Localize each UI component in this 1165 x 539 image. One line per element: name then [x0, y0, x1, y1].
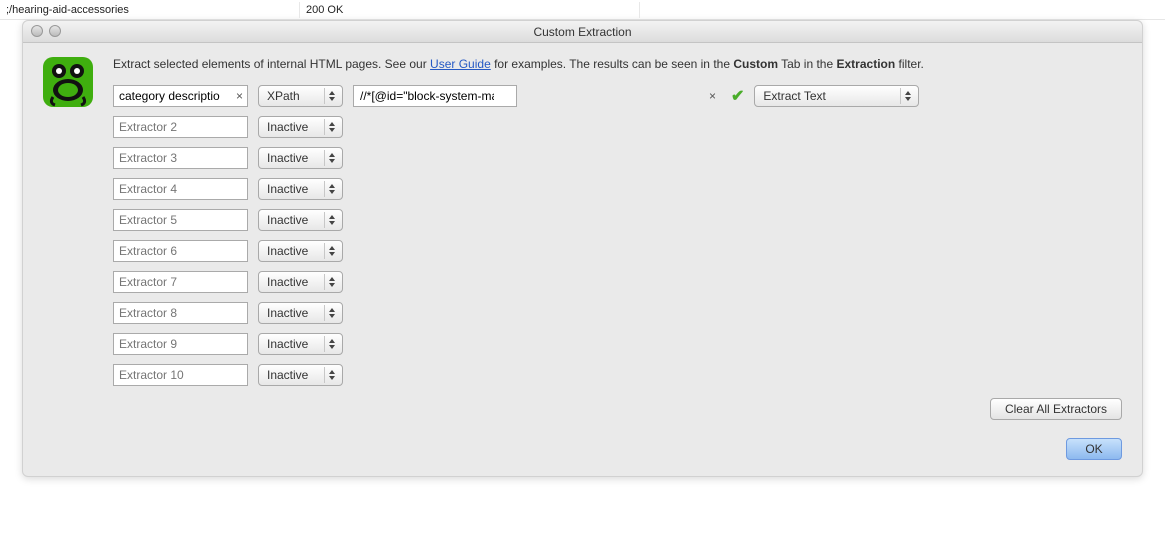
method-select-9[interactable]: Inactive [258, 333, 343, 355]
extractor-name-input-5[interactable] [113, 209, 248, 231]
extract-mode-label: Extract Text [763, 89, 825, 103]
stepper-arrows-icon [324, 243, 338, 259]
method-select-label: Inactive [267, 337, 308, 351]
stepper-arrows-icon [324, 181, 338, 197]
stepper-arrows-icon [324, 305, 338, 321]
ok-button[interactable]: OK [1066, 438, 1122, 460]
method-select-label: Inactive [267, 275, 308, 289]
method-select-8[interactable]: Inactive [258, 302, 343, 324]
extractor-name-input-6[interactable] [113, 240, 248, 262]
method-select-5[interactable]: Inactive [258, 209, 343, 231]
intro-suffix: filter. [895, 57, 924, 71]
method-select-3[interactable]: Inactive [258, 147, 343, 169]
top-strip: ;/hearing-aid-accessories 200 OK [0, 0, 1165, 20]
method-select-label: Inactive [267, 120, 308, 134]
method-select-6[interactable]: Inactive [258, 240, 343, 262]
method-select-7[interactable]: Inactive [258, 271, 343, 293]
extract-mode-select-1[interactable]: Extract Text [754, 85, 919, 107]
stepper-arrows-icon [324, 336, 338, 352]
extractor-name-input-8[interactable] [113, 302, 248, 324]
extractor-row-3: Inactive [113, 147, 1122, 169]
intro-custom: Custom [733, 57, 778, 71]
extractor-row-1: × XPath × ✔ Extract Text [113, 85, 1122, 107]
stepper-arrows-icon [324, 274, 338, 290]
dialog-title: Custom Extraction [533, 25, 631, 39]
extractor-name-input-1[interactable] [113, 85, 248, 107]
extractor-row-10: Inactive [113, 364, 1122, 386]
user-guide-link[interactable]: User Guide [430, 57, 491, 71]
extractor-name-input-2[interactable] [113, 116, 248, 138]
method-select-2[interactable]: Inactive [258, 116, 343, 138]
extractor-row-5: Inactive [113, 209, 1122, 231]
intro-text: Extract selected elements of internal HT… [113, 57, 1122, 71]
extractor-name-input-9[interactable] [113, 333, 248, 355]
clear-expression-icon[interactable]: × [709, 89, 716, 103]
extractor-row-6: Inactive [113, 240, 1122, 262]
stepper-arrows-icon [324, 212, 338, 228]
method-select-label: Inactive [267, 306, 308, 320]
extractor-row-8: Inactive [113, 302, 1122, 324]
stepper-arrows-icon [324, 88, 338, 104]
extractor-row-9: Inactive [113, 333, 1122, 355]
traffic-light-close-icon[interactable] [31, 25, 43, 37]
extractor-row-7: Inactive [113, 271, 1122, 293]
method-select-10[interactable]: Inactive [258, 364, 343, 386]
stepper-arrows-icon [900, 88, 914, 104]
method-select-label: Inactive [267, 368, 308, 382]
extractor-name-input-10[interactable] [113, 364, 248, 386]
clear-all-extractors-button[interactable]: Clear All Extractors [990, 398, 1122, 420]
intro-extraction: Extraction [837, 57, 896, 71]
method-select-label: XPath [267, 89, 300, 103]
method-select-label: Inactive [267, 213, 308, 227]
stepper-arrows-icon [324, 367, 338, 383]
extractor-name-input-4[interactable] [113, 178, 248, 200]
method-select-label: Inactive [267, 182, 308, 196]
expression-input-1[interactable] [353, 85, 517, 107]
custom-extraction-dialog: Custom Extraction Extract selected eleme… [22, 20, 1143, 477]
extractor-name-input-7[interactable] [113, 271, 248, 293]
intro-prefix: Extract selected elements of internal HT… [113, 57, 430, 71]
app-logo-icon [43, 57, 93, 107]
status-cell: 200 OK [300, 2, 640, 18]
extractor-row-4: Inactive [113, 178, 1122, 200]
stepper-arrows-icon [324, 119, 338, 135]
intro-tab: Tab in the [778, 57, 837, 71]
traffic-light-min-icon[interactable] [49, 25, 61, 37]
method-select-1[interactable]: XPath [258, 85, 343, 107]
validation-ok-icon: ✔ [731, 86, 744, 106]
extractor-row-2: Inactive [113, 116, 1122, 138]
top-spacer [640, 8, 1165, 12]
method-select-label: Inactive [267, 151, 308, 165]
clear-name-icon[interactable]: × [236, 89, 243, 103]
method-select-label: Inactive [267, 244, 308, 258]
intro-mid: for examples. The results can be seen in… [491, 57, 734, 71]
extractor-name-input-3[interactable] [113, 147, 248, 169]
url-cell: ;/hearing-aid-accessories [0, 2, 300, 18]
method-select-4[interactable]: Inactive [258, 178, 343, 200]
dialog-titlebar: Custom Extraction [23, 21, 1142, 43]
stepper-arrows-icon [324, 150, 338, 166]
